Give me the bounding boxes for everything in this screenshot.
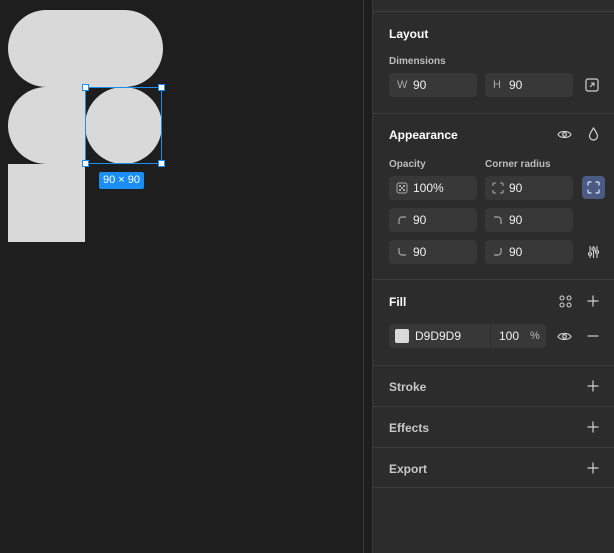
- height-value: 90: [509, 78, 523, 92]
- resize-handle-top-right[interactable]: [158, 84, 165, 91]
- properties-panel: Layout Dimensions W 90 H 90 Appearance O…: [372, 0, 614, 553]
- corner-bottom-right-icon: [494, 248, 502, 256]
- corner-top-right-icon: [494, 216, 502, 224]
- eye-icon[interactable]: [556, 126, 572, 142]
- corner-top-right-value: 90: [509, 213, 523, 227]
- blend-mode-drop-icon[interactable]: [585, 126, 601, 142]
- add-fill-icon[interactable]: [585, 293, 601, 309]
- corner-bottom-left-field[interactable]: 90: [389, 240, 477, 264]
- independent-corners-toggle[interactable]: [582, 176, 605, 199]
- width-prefix: W: [397, 79, 408, 91]
- corner-radius-field[interactable]: 90: [485, 176, 573, 200]
- opacity-field[interactable]: 100%: [389, 176, 477, 200]
- canvas[interactable]: 90 × 90: [0, 0, 363, 553]
- opacity-icon: [396, 182, 408, 194]
- fill-visibility-eye-icon[interactable]: [556, 328, 572, 344]
- resize-handle-bottom-right[interactable]: [158, 160, 165, 167]
- effects-section: Effects: [373, 406, 614, 447]
- width-value: 90: [413, 78, 427, 92]
- resize-to-fit-icon[interactable]: [584, 77, 600, 93]
- export-title: Export: [389, 462, 428, 476]
- panel-gutter: [364, 0, 372, 553]
- resize-handle-bottom-left[interactable]: [82, 160, 89, 167]
- corner-bottom-left-icon: [398, 248, 406, 256]
- corner-radius-all-icon: [492, 182, 504, 194]
- opacity-label: Opacity: [389, 159, 426, 170]
- fill-opacity-unit: %: [530, 330, 540, 342]
- selection-size-badge: 90 × 90: [99, 172, 145, 189]
- height-field[interactable]: H 90: [485, 73, 573, 97]
- fill-section: Fill D9D9D9 100 %: [373, 279, 614, 365]
- corner-top-left-value: 90: [413, 213, 427, 227]
- corner-bottom-left-value: 90: [413, 245, 427, 259]
- export-section: Export: [373, 447, 614, 488]
- independent-corners-icon: [587, 181, 600, 194]
- stroke-title: Stroke: [389, 380, 427, 394]
- resize-handle-top-left[interactable]: [82, 84, 89, 91]
- corner-radius-value: 90: [509, 181, 523, 195]
- corner-bottom-right-value: 90: [509, 245, 523, 259]
- adjust-sliders-icon[interactable]: [585, 244, 601, 260]
- fill-field-separator: [490, 324, 491, 348]
- corner-top-left-field[interactable]: 90: [389, 208, 477, 232]
- layout-title: Layout: [389, 27, 429, 41]
- corner-top-right-field[interactable]: 90: [485, 208, 573, 232]
- layout-section: Layout Dimensions W 90 H 90: [373, 11, 614, 113]
- opacity-value: 100%: [413, 181, 444, 195]
- corner-radius-label: Corner radius: [485, 159, 551, 170]
- shape-pill[interactable]: [8, 10, 163, 87]
- shape-half-circle[interactable]: [8, 87, 85, 164]
- effects-title: Effects: [389, 421, 430, 435]
- add-export-icon[interactable]: [585, 460, 601, 476]
- selection-box: [82, 84, 165, 167]
- style-library-icon[interactable]: [557, 293, 573, 309]
- stroke-section: Stroke: [373, 365, 614, 406]
- height-prefix: H: [493, 79, 501, 91]
- appearance-title: Appearance: [389, 128, 458, 142]
- add-effect-icon[interactable]: [585, 419, 601, 435]
- corner-top-left-icon: [398, 216, 406, 224]
- width-field[interactable]: W 90: [389, 73, 477, 97]
- shape-rectangle[interactable]: [8, 164, 85, 242]
- fill-opacity-value: 100: [499, 329, 520, 343]
- fill-title: Fill: [389, 295, 407, 309]
- dimensions-label: Dimensions: [389, 56, 446, 67]
- fill-hex-value: D9D9D9: [415, 329, 462, 343]
- corner-bottom-right-field[interactable]: 90: [485, 240, 573, 264]
- add-stroke-icon[interactable]: [585, 378, 601, 394]
- fill-color-field[interactable]: D9D9D9 100 %: [389, 324, 546, 348]
- remove-fill-icon[interactable]: [585, 328, 601, 344]
- fill-swatch[interactable]: [395, 329, 409, 343]
- appearance-section: Appearance Opacity Corner radius 100% 90…: [373, 113, 614, 279]
